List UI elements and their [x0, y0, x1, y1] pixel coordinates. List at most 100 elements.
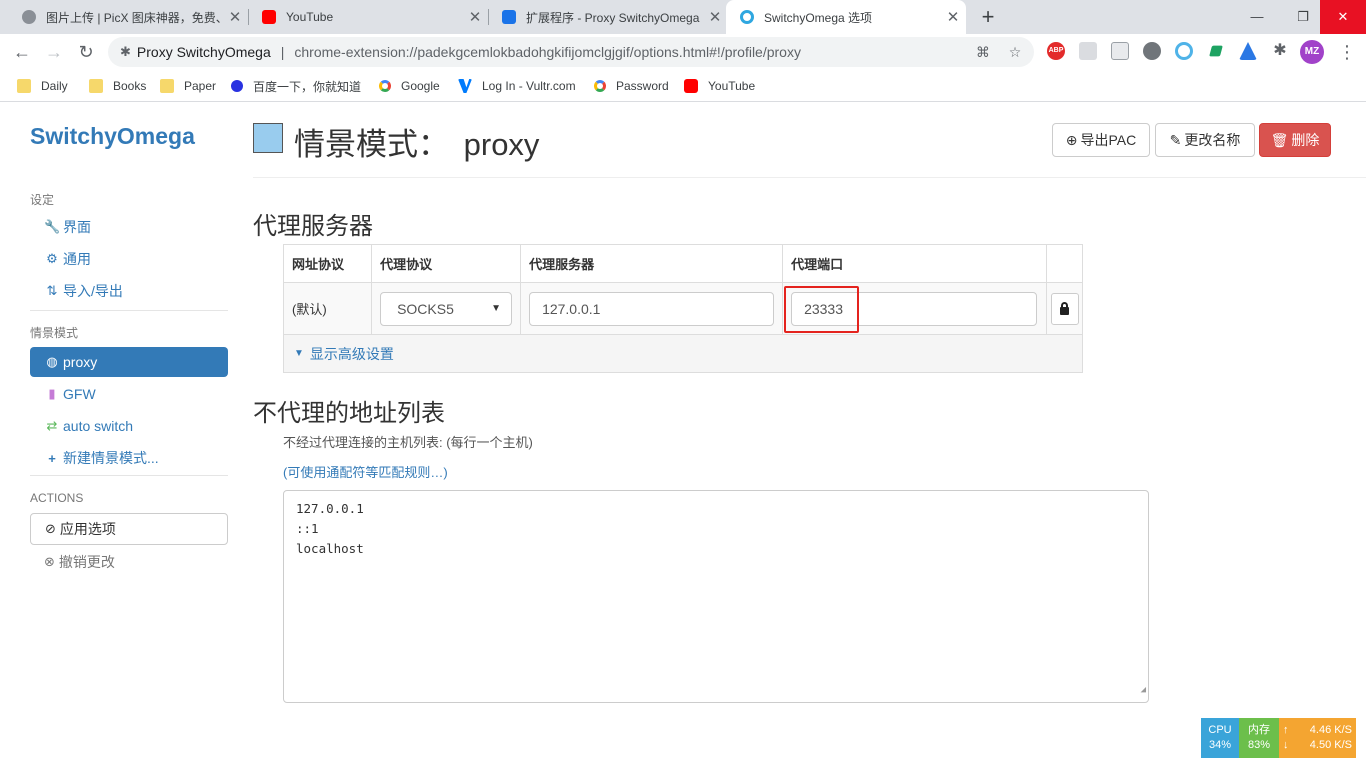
upload-speed: 4.46 K/S — [1309, 724, 1352, 736]
profile-avatar[interactable]: MZ — [1300, 40, 1324, 64]
gear-icon: ⚙ — [46, 251, 58, 266]
tab-title: 扩展程序 - Proxy SwitchyOmega — [526, 10, 700, 25]
bookmark-baidu[interactable]: 百度一下，你就知道 — [231, 77, 361, 95]
protocol-cell: SOCKS5 ▼ — [371, 282, 522, 335]
delete-button[interactable]: 🗑 删除 — [1259, 123, 1331, 157]
table-row: (默认) SOCKS5 ▼ 127.0.0.1 23333 — [282, 282, 1083, 335]
settings-header: 设定 — [30, 193, 55, 207]
minimize-button[interactable]: — — [1234, 0, 1280, 34]
new-tab-button[interactable]: + — [976, 4, 1000, 30]
bookmark-password[interactable]: Password — [594, 77, 669, 95]
sidebar-item-auto-switch[interactable]: ⇄ auto switch — [30, 411, 228, 441]
puzzle-icon: ✱ — [120, 44, 131, 59]
bookmark-star-icon[interactable]: ☆ — [1006, 43, 1024, 61]
back-button[interactable]: ← — [8, 38, 36, 66]
switchyomega-icon — [740, 10, 754, 24]
sidebar-item-ui[interactable]: 🔧 界面 — [30, 212, 228, 242]
address-bar[interactable]: ✱ Proxy SwitchyOmega | chrome-extension:… — [108, 37, 1034, 67]
sidebar-divider — [30, 310, 228, 311]
rename-button[interactable]: ✎ 更改名称 — [1155, 123, 1255, 157]
omnibox-separator: | — [280, 44, 285, 60]
apply-options-button[interactable]: ⊘ 应用选项 — [30, 513, 228, 545]
proxy-servers-title: 代理服务器 — [253, 213, 373, 240]
header-divider — [253, 177, 1366, 178]
sidebar-item-proxy[interactable]: ◍ proxy — [30, 347, 228, 377]
bookmarks-bar: Daily Books Paper 百度一下，你就知道 Google Log I… — [0, 70, 1366, 102]
import-export-icon: ⇅ — [46, 283, 58, 298]
advanced-settings-row: ▼ 显示高级设置 — [283, 334, 1083, 373]
extensions-puzzle-icon[interactable]: ✱ — [1271, 42, 1289, 60]
translate-icon[interactable]: ⌘ — [974, 43, 992, 61]
tab-youtube[interactable]: YouTube ✕ — [248, 0, 488, 34]
bypass-rules-link[interactable]: (可使用通配符等匹配规则…) — [283, 462, 448, 481]
save-extension-icon[interactable] — [1079, 42, 1097, 60]
export-pac-label: 导出PAC — [1080, 132, 1137, 148]
bypass-list-text: 127.0.0.1 ::1 localhost — [296, 501, 364, 556]
sidebar-item-general[interactable]: ⚙ 通用 — [30, 244, 228, 274]
bookmark-label: Password — [616, 79, 669, 93]
proxy-servers-table: 网址协议 代理协议 代理服务器 代理端口 (默认) SOCKS5 ▼ 127.0… — [282, 244, 1083, 373]
plus-icon: + — [48, 450, 56, 466]
server-input[interactable]: 127.0.0.1 — [529, 291, 775, 326]
reload-button[interactable]: ↻ — [72, 38, 100, 66]
protocol-select[interactable]: SOCKS5 ▼ — [380, 291, 513, 326]
tab-strip: 图片上传 | PicX 图床神器，免费、 ✕ YouTube ✕ 扩展程序 - … — [0, 0, 1366, 34]
column-header-server: 代理服务器 — [520, 244, 784, 283]
bookmark-youtube[interactable]: YouTube — [684, 77, 755, 95]
switchyomega-extension-icon[interactable] — [1175, 42, 1193, 60]
sidebar-item-gfw[interactable]: ▮ GFW — [30, 379, 228, 409]
tab-extensions[interactable]: 扩展程序 - Proxy SwitchyOmega ✕ — [488, 0, 728, 34]
trash-icon: 🗑 — [1270, 131, 1289, 148]
sidebar-item-label: 通用 — [63, 251, 91, 267]
close-tab-icon[interactable]: ✕ — [702, 8, 728, 26]
discard-changes-link[interactable]: ⊗ 撤销更改 — [44, 552, 115, 572]
cpu-value: 34% — [1208, 739, 1232, 751]
tab-title: YouTube — [286, 10, 334, 24]
check-circle-icon: ⊘ — [45, 521, 56, 536]
system-monitor-widget[interactable]: CPU 34% 内存 83% ↑ 4.46 K/S ↓ 4.50 K/S — [1201, 718, 1356, 758]
green-extension-icon[interactable] — [1209, 45, 1223, 57]
sidebar-item-new-profile[interactable]: + 新建情景模式... — [30, 443, 228, 473]
tab-picx[interactable]: 图片上传 | PicX 图床神器，免费、 ✕ — [8, 0, 248, 34]
profiles-header: 情景模式 — [30, 326, 79, 340]
show-advanced-link[interactable]: ▼ 显示高级设置 — [292, 344, 1074, 364]
memory-value: 83% — [1247, 739, 1271, 751]
bookmark-daily[interactable]: Daily — [17, 77, 68, 95]
app-brand[interactable]: SwitchyOmega — [30, 123, 195, 150]
folder-icon — [89, 79, 103, 93]
bypass-list-textarea[interactable]: 127.0.0.1 ::1 localhost◢ — [283, 490, 1149, 703]
auth-button[interactable] — [1050, 292, 1079, 325]
close-tab-icon[interactable]: ✕ — [462, 8, 488, 26]
forward-button[interactable]: → — [40, 38, 68, 66]
bookmark-paper[interactable]: Paper — [160, 77, 216, 95]
sidebar-item-import-export[interactable]: ⇅ 导入/导出 — [30, 276, 228, 306]
puzzle-icon — [502, 10, 516, 24]
apply-label: 应用选项 — [59, 521, 116, 537]
browser-menu-icon[interactable]: ⋮ — [1338, 40, 1356, 64]
tab-switchyomega-options[interactable]: SwitchyOmega 选项 ✕ — [726, 0, 966, 34]
google-icon — [594, 80, 606, 92]
github-icon — [22, 10, 36, 24]
profile-color-swatch[interactable] — [253, 123, 283, 153]
download-speed: 4.50 K/S — [1309, 739, 1352, 751]
close-tab-icon[interactable]: ✕ — [222, 8, 248, 26]
bypass-help-text: 不经过代理连接的主机列表: (每行一个主机) — [283, 435, 533, 450]
server-value: 127.0.0.1 — [542, 300, 601, 317]
folder-icon — [17, 79, 31, 93]
close-tab-icon[interactable]: ✕ — [940, 8, 966, 26]
drive-extension-icon[interactable] — [1239, 42, 1257, 60]
export-pac-button[interactable]: ⊕ 导出PAC — [1052, 123, 1150, 157]
sidebar-item-label: proxy — [63, 354, 98, 370]
adblock-plus-icon[interactable]: ABP — [1047, 42, 1065, 60]
upload-arrow-icon: ↑ — [1283, 724, 1289, 736]
close-window-button[interactable]: ✕ — [1320, 0, 1366, 34]
upload-row: ↑ 4.46 K/S — [1283, 723, 1352, 738]
resize-grip-icon[interactable]: ◢ — [1141, 680, 1146, 700]
incognito-extension-icon[interactable] — [1143, 42, 1161, 60]
bookmark-vultr[interactable]: Log In - Vultr.com — [458, 77, 576, 95]
bookmark-google[interactable]: Google — [379, 77, 440, 95]
document-extension-icon[interactable] — [1111, 42, 1129, 60]
browser-toolbar: ← → ↻ ✱ Proxy SwitchyOmega | chrome-exte… — [0, 34, 1366, 70]
bookmark-books[interactable]: Books — [89, 77, 146, 95]
vultr-icon — [458, 79, 472, 93]
